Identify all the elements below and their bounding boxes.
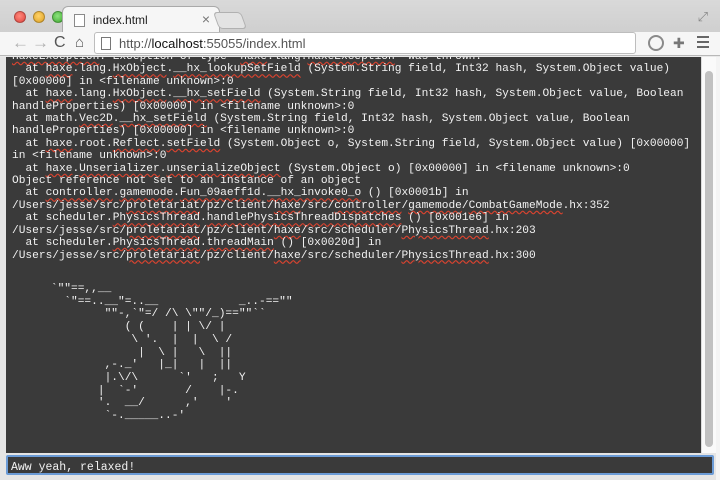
puzzle-icon[interactable]: ✚ [673, 35, 685, 52]
console-line: at scheduler.PhysicsThread.handlePhysics… [12, 212, 536, 237]
console-line: at scheduler.PhysicsThread.threadMain ()… [12, 237, 536, 262]
close-icon[interactable]: × [202, 11, 210, 27]
address-bar[interactable]: http://localhost:55055/index.html [94, 32, 636, 54]
forward-icon[interactable]: → [32, 32, 49, 56]
page-viewport: HaxeException: Exception of type 'haxe.l… [0, 57, 720, 480]
url-rest: :55055/index.html [202, 36, 306, 51]
back-icon[interactable]: ← [12, 32, 29, 56]
scroll-thumb[interactable] [705, 71, 713, 447]
console-line: at haxe.lang.HxObject.__hx_setField (Sys… [12, 88, 691, 113]
page-edge [716, 57, 720, 480]
command-input[interactable] [8, 459, 712, 476]
console-line: Object reference not set to an instance … [12, 175, 362, 188]
new-tab-button[interactable] [212, 12, 248, 29]
window-minimize-button[interactable] [33, 11, 45, 23]
console-scrollbar[interactable] [701, 57, 716, 453]
console-log: HaxeException: Exception of type 'haxe.l… [12, 57, 699, 262]
console-line: at math.Vec2D.__hx_setField (System.Stri… [12, 113, 637, 138]
page-icon [101, 37, 111, 50]
tab-title: index.html [93, 13, 148, 27]
tab-strip: index.html × ⤢ [0, 0, 720, 33]
page-icon [74, 14, 85, 27]
console-line: at haxe.Unserializer.unserializeObject (… [12, 162, 630, 175]
url-host: localhost [151, 36, 203, 51]
console-output: HaxeException: Exception of type 'haxe.l… [6, 57, 701, 453]
url-prefix: http:// [119, 36, 152, 51]
console-line: at haxe.root.Reflect.setField (System.Ob… [12, 137, 697, 163]
home-icon[interactable]: ⌂ [75, 32, 84, 56]
window-close-button[interactable] [14, 11, 26, 23]
console-input-row [6, 455, 714, 476]
reload-icon[interactable]: C [54, 32, 66, 56]
fullscreen-icon[interactable]: ⤢ [698, 9, 708, 25]
ascii-art: `""==,,__ `"==..__"=..__ _..-=="" ""-,`"… [50, 283, 293, 423]
extension-icon[interactable] [648, 35, 664, 51]
console-line: at haxe.lang.HxObject.__hx_lookupSetFiel… [12, 63, 677, 88]
url-text[interactable]: http://localhost:55055/index.html [119, 36, 305, 51]
tab-index-html[interactable]: index.html × [62, 6, 220, 33]
menu-icon[interactable] [697, 36, 709, 51]
browser-toolbar: ← → C ⌂ http://localhost:55055/index.htm… [0, 32, 720, 56]
console-line: at controller.gamemode.Fun_09aeff1d.__hx… [12, 187, 610, 212]
